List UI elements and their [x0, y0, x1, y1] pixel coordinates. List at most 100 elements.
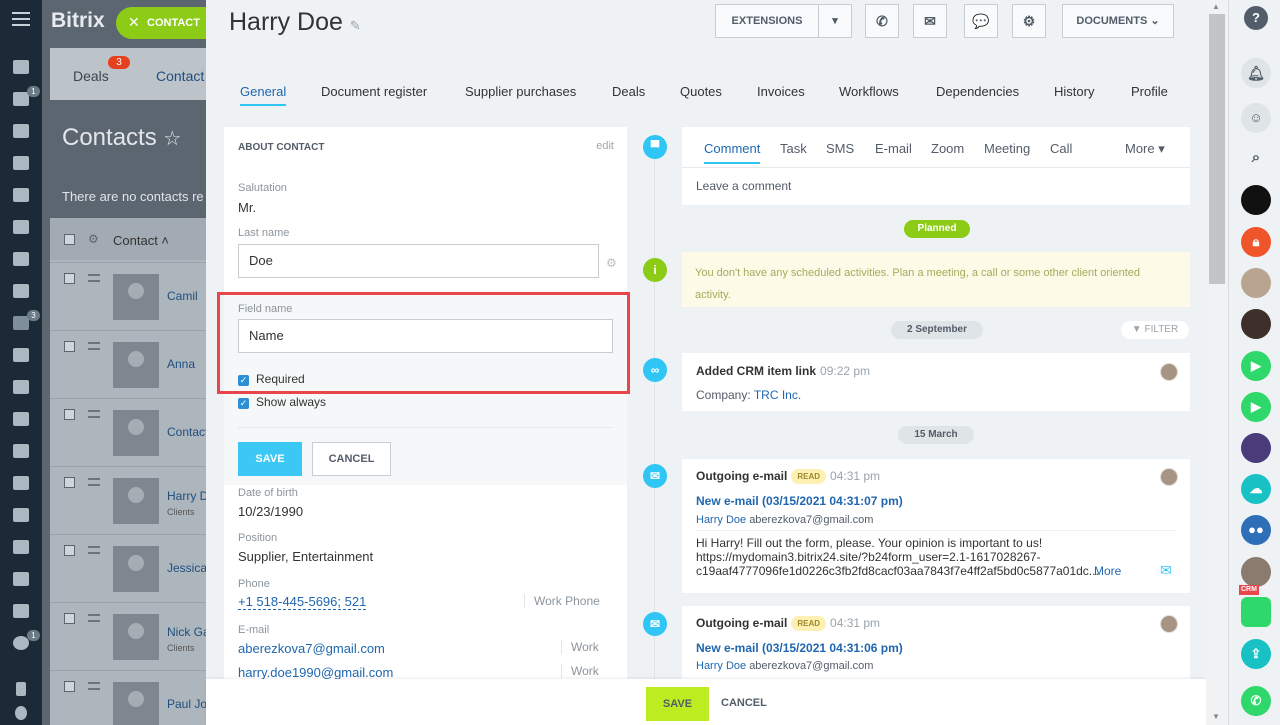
scrollbar-thumb[interactable]: [1209, 14, 1225, 284]
menu-icon[interactable]: [12, 12, 30, 26]
company-link[interactable]: TRC Inc.: [754, 388, 801, 402]
tab-deals[interactable]: Deals: [612, 84, 645, 99]
contact-chip[interactable]: ✕ CONTACT: [116, 7, 208, 39]
help-icon[interactable]: ?: [1244, 6, 1268, 30]
document-icon[interactable]: [13, 540, 29, 554]
cloud-icon[interactable]: ☁: [1241, 474, 1271, 504]
contact-name[interactable]: Paul Jo: [167, 697, 206, 711]
lastname-input[interactable]: Doe: [238, 244, 599, 278]
email-link-2[interactable]: harry.doe1990@gmail.com: [238, 665, 393, 680]
row-checkbox[interactable]: [64, 681, 75, 692]
lock-icon[interactable]: 🔒︎: [1241, 227, 1271, 257]
list-item[interactable]: Nick Ga Clients: [50, 602, 206, 670]
select-all-checkbox[interactable]: [64, 234, 75, 245]
video-call-icon[interactable]: ▶: [1241, 351, 1271, 381]
field-cancel-button[interactable]: CANCEL: [312, 442, 391, 476]
row-menu-icon[interactable]: [88, 274, 100, 282]
chat-icon[interactable]: [13, 124, 29, 138]
save-button[interactable]: SAVE: [646, 687, 709, 721]
contact-name[interactable]: Anna: [167, 357, 195, 371]
video-call-icon[interactable]: ▶: [1241, 392, 1271, 422]
phone-icon[interactable]: [13, 476, 29, 490]
tab-supplier-purchases[interactable]: Supplier purchases: [465, 84, 576, 99]
tab-email[interactable]: E-mail: [875, 141, 912, 156]
edit-link[interactable]: edit: [596, 140, 614, 152]
tab-comment[interactable]: Comment: [704, 141, 761, 164]
avatar[interactable]: [1241, 433, 1271, 463]
row-checkbox[interactable]: [64, 545, 75, 556]
scroll-up-icon[interactable]: ▲: [1212, 2, 1220, 11]
more-link[interactable]: More: [1094, 564, 1121, 578]
list-item[interactable]: Anna: [50, 330, 206, 398]
slider-icon[interactable]: [13, 220, 29, 234]
tasks-icon[interactable]: [13, 92, 29, 106]
extensions-dropdown-button[interactable]: ▾: [818, 4, 852, 38]
row-menu-icon[interactable]: [88, 342, 100, 350]
gear-icon[interactable]: ⚙: [1012, 4, 1046, 38]
phone-value[interactable]: +1 518-445-5696; 521: [238, 594, 367, 610]
field-save-button[interactable]: SAVE: [238, 442, 302, 476]
row-checkbox[interactable]: [64, 341, 75, 352]
show-always-label[interactable]: Show always: [256, 395, 326, 409]
filter-button[interactable]: ▼ FILTER: [1121, 321, 1189, 339]
check-icon[interactable]: [13, 636, 29, 650]
contact-name[interactable]: Contact: [167, 425, 206, 439]
apps-icon[interactable]: [13, 412, 29, 426]
gear-icon[interactable]: ⚙: [88, 232, 99, 246]
contact-name-title[interactable]: Harry Doe ✎: [229, 8, 361, 37]
edit-pencil-icon[interactable]: ✎: [350, 18, 361, 33]
row-menu-icon[interactable]: [88, 478, 100, 486]
email-link-1[interactable]: aberezkova7@gmail.com: [238, 641, 385, 656]
store-icon[interactable]: [13, 508, 29, 522]
chat-icon[interactable]: 💬: [964, 4, 998, 38]
contact-column-header[interactable]: Contact ˄: [113, 233, 169, 248]
phone-icon[interactable]: ✆: [865, 4, 899, 38]
field-settings-icon[interactable]: ⚙: [606, 256, 617, 270]
call-icon[interactable]: ✆: [1241, 686, 1271, 716]
settings-icon[interactable]: [15, 706, 27, 720]
sites-icon[interactable]: [13, 444, 29, 458]
email-subject-link[interactable]: New e-mail (03/15/2021 04:31:07 pm): [696, 494, 903, 508]
row-menu-icon[interactable]: [88, 682, 100, 690]
list-item[interactable]: Contact: [50, 398, 206, 466]
avatar[interactable]: [1241, 268, 1271, 298]
group-icon[interactable]: ●●: [1241, 515, 1271, 545]
tab-workflows[interactable]: Workflows: [839, 84, 899, 99]
planner-icon[interactable]: [13, 572, 29, 586]
feed-icon[interactable]: [13, 60, 29, 74]
messenger-icon[interactable]: ☺: [1241, 103, 1271, 133]
tab-document-register[interactable]: Document register: [321, 84, 427, 99]
row-menu-icon[interactable]: [88, 614, 100, 622]
cancel-button[interactable]: CANCEL: [721, 697, 767, 709]
tab-dependencies[interactable]: Dependencies: [936, 84, 1019, 99]
contact-name[interactable]: Nick Ga: [167, 625, 206, 639]
avatar[interactable]: [1241, 309, 1271, 339]
scrollbar[interactable]: ▲ ▼: [1206, 0, 1228, 725]
search-icon[interactable]: ⌕: [1241, 143, 1271, 173]
row-menu-icon[interactable]: [88, 410, 100, 418]
row-checkbox[interactable]: [64, 613, 75, 624]
documents-button[interactable]: DOCUMENTS ⌄: [1062, 4, 1174, 38]
extensions-button[interactable]: EXTENSIONS: [715, 4, 819, 38]
tab-call[interactable]: Call: [1050, 141, 1072, 156]
tab-meeting[interactable]: Meeting: [984, 141, 1030, 156]
show-always-checkbox[interactable]: ✓: [238, 398, 249, 409]
sitemap-icon[interactable]: [16, 682, 26, 696]
crm-chat-icon[interactable]: CRM: [1239, 585, 1271, 627]
star-icon[interactable]: ☆: [163, 128, 181, 150]
reply-icon[interactable]: ✉: [1160, 562, 1172, 579]
calendar-icon[interactable]: [13, 284, 29, 298]
row-checkbox[interactable]: [64, 477, 75, 488]
mail-icon[interactable]: ✉: [913, 4, 947, 38]
tab-invoices[interactable]: Invoices: [757, 84, 805, 99]
sender-link[interactable]: Harry Doe: [696, 660, 746, 672]
tab-zoom[interactable]: Zoom: [931, 141, 964, 156]
sync-icon[interactable]: [13, 604, 29, 618]
contact-name[interactable]: Camil: [167, 289, 198, 303]
scroll-down-icon[interactable]: ▼: [1212, 712, 1220, 721]
tab-profile[interactable]: Profile: [1131, 84, 1168, 99]
cart-icon[interactable]: [13, 380, 29, 394]
tab-contact[interactable]: Contact: [156, 68, 204, 84]
phone-link[interactable]: +1 518-445-5696; 521: [238, 594, 367, 610]
tab-deals[interactable]: Deals: [73, 68, 109, 84]
